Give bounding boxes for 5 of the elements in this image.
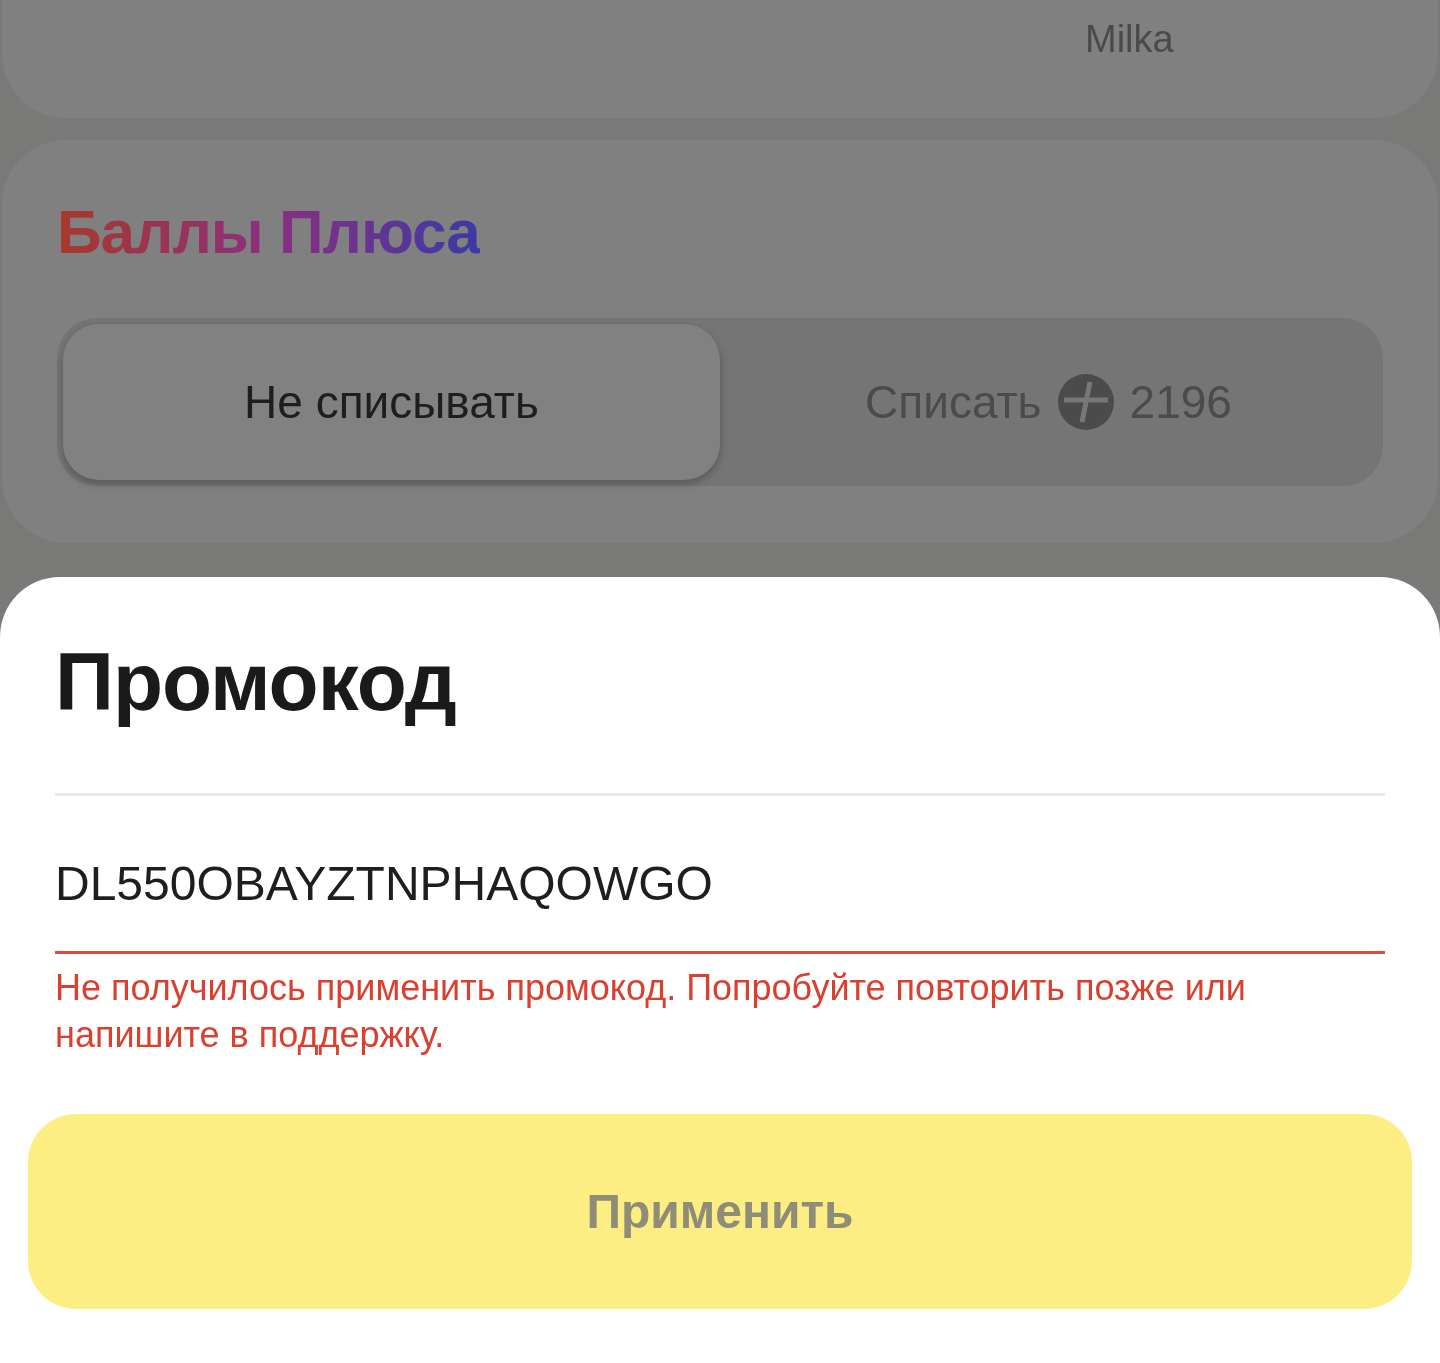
plus-points-icon — [1057, 374, 1114, 431]
promo-code-field[interactable]: DL550OBAYZTNPHAQOWGO — [55, 846, 1385, 954]
points-option[interactable]: Не списывать — [63, 324, 720, 481]
error-message: Не получилось применить промокод. Попробуйте повторить позже или напишите в поддержку. — [55, 966, 1247, 1057]
sheet-title: Промокод — [55, 635, 457, 729]
